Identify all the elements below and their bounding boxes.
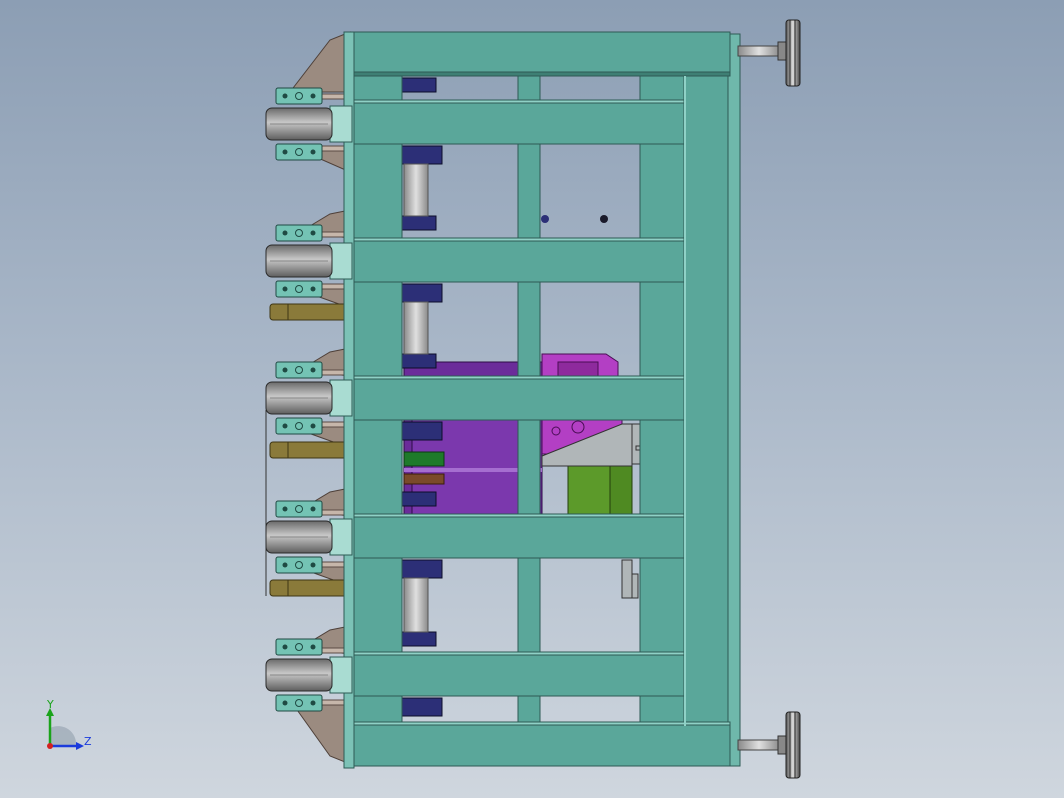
bolt-marker [600,215,608,223]
green-mounting-plate [567,463,633,515]
leveling-foot-bottom [737,711,801,779]
beam-3 [353,375,685,421]
machine-frame-model[interactable] [0,0,1064,798]
beam-1 [353,99,685,145]
beam-top [353,31,731,77]
beam-4 [353,513,685,559]
y-axis-label: Y [46,700,54,711]
view-orientation-triad[interactable]: Y Z [38,700,98,760]
cad-viewport[interactable]: Y Z [0,0,1064,798]
frame-beams [353,31,731,767]
roller-stations [265,87,353,712]
triad-plane-shade [50,726,77,746]
gusset-top [288,31,351,93]
z-axis-label: Z [84,735,92,748]
beam-bottom [353,721,731,767]
beam-5 [353,651,685,697]
x-axis-origin [47,743,53,749]
leveling-foot-top [737,19,801,87]
beam-2 [353,237,685,283]
bolt-marker [541,215,549,223]
